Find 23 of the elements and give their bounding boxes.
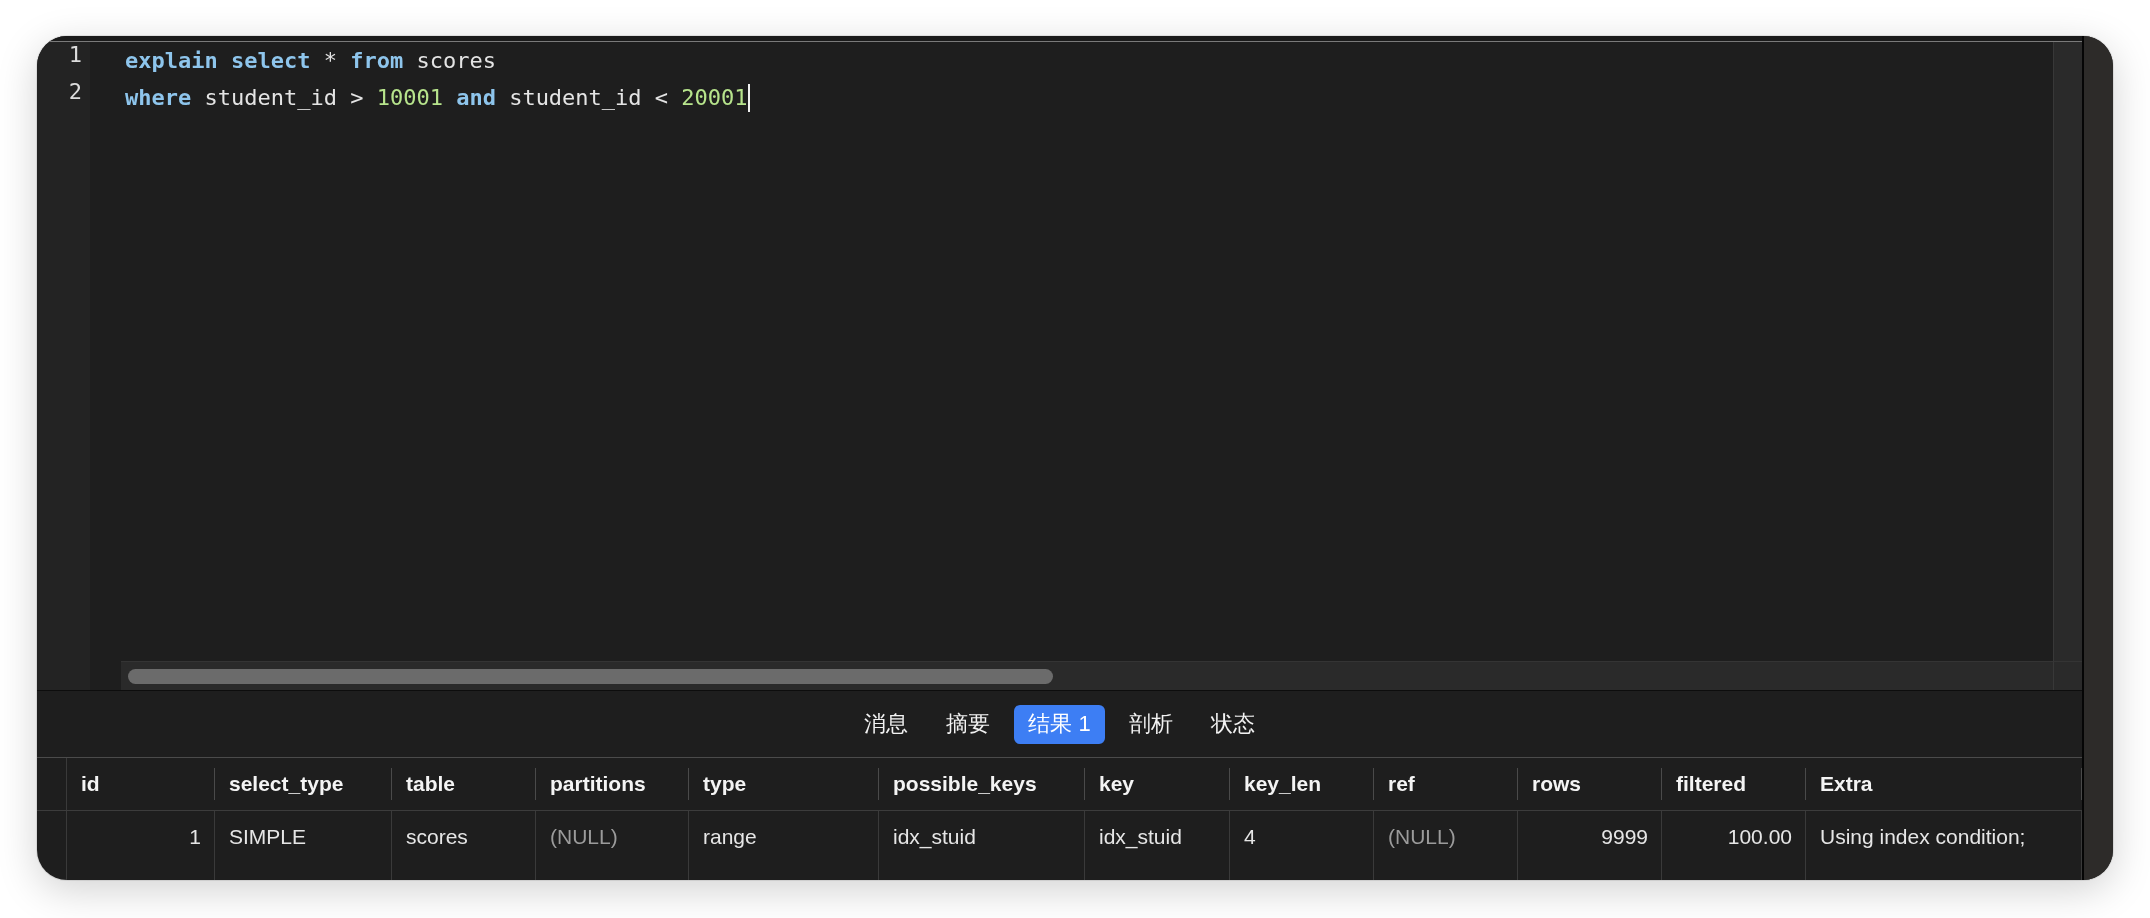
table-cell: idx_stuid (1085, 811, 1230, 880)
table-cell: 100.00 (1662, 811, 1806, 880)
line-number: 1 (67, 42, 82, 69)
scrollbar-thumb[interactable] (128, 669, 1053, 684)
table-cell: SIMPLE (215, 811, 392, 880)
table-cell: scores (392, 811, 536, 880)
table-cell: 1 (67, 811, 215, 880)
result-tab[interactable]: 结果 1 (1014, 704, 1105, 744)
table-cell: (NULL) (536, 811, 689, 880)
table-cell: range (689, 811, 879, 880)
result-tab[interactable]: 摘要 (932, 704, 1005, 744)
result-tab[interactable]: 消息 (850, 704, 923, 744)
table-cell: idx_stuid (879, 811, 1085, 880)
table-cell: 4 (1230, 811, 1374, 880)
result-tab[interactable]: 状态 (1196, 704, 1269, 744)
table-cell: (NULL) (1374, 811, 1518, 880)
result-tab[interactable]: 剖析 (1114, 704, 1187, 744)
line-number: 2 (67, 79, 82, 106)
code-line[interactable]: where student_id > 10001 and student_id < 20001 (125, 79, 748, 116)
code-line[interactable]: explain select * from scores (125, 42, 496, 79)
scrollbar-corner (2053, 661, 2082, 690)
table-cell: 9999 (1518, 811, 1662, 880)
table-cell: Using index condition; (1806, 811, 2082, 880)
